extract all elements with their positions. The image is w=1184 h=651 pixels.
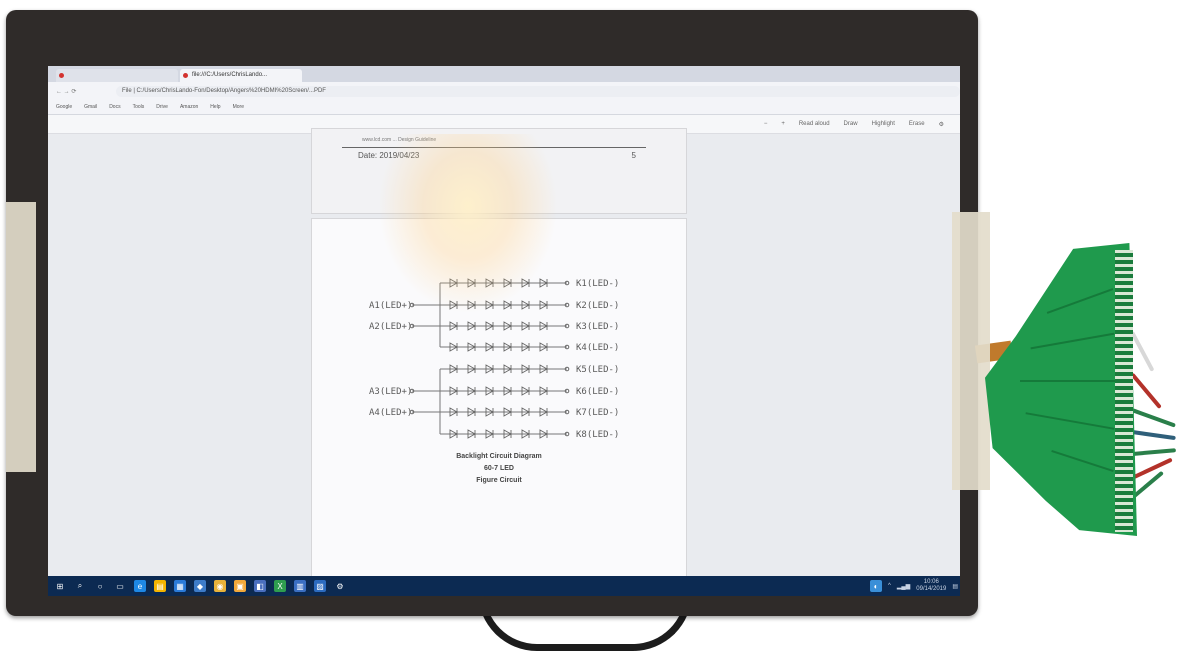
tray-app-icon[interactable]: ◐ — [869, 580, 882, 592]
chrome-icon[interactable]: ◉ — [214, 580, 226, 592]
page-rule — [342, 147, 646, 148]
edge-icon[interactable]: e — [134, 580, 146, 592]
cathode-label: K5(LED-) — [576, 365, 619, 375]
cathode-label: K7(LED-) — [576, 408, 619, 418]
backlight-schematic: A1(LED+) A2(LED+) A3(LED+) A4(LED+) K1(L… — [369, 278, 619, 440]
diagram-caption-title: Backlight Circuit Diagram — [456, 453, 542, 460]
browser-tab-bar: file:///C:/Users/ChrisLando... — [48, 66, 960, 82]
pdf-page-current: A1(LED+) A2(LED+) A3(LED+) A4(LED+) K1(L… — [311, 218, 687, 596]
clock[interactable]: 10:06 09/14/2019 — [916, 579, 946, 593]
browser-tab-1[interactable] — [56, 69, 178, 82]
wire-blue — [1131, 430, 1176, 441]
clock-time: 10:06 — [923, 579, 939, 585]
cathode-label: K6(LED-) — [576, 387, 619, 397]
cathode-label: K2(LED-) — [576, 301, 619, 311]
pdf-favicon-icon — [183, 73, 188, 78]
anode-label: A3(LED+) — [369, 387, 412, 397]
bookmark-item[interactable]: Google — [56, 104, 72, 110]
zoom-in-icon[interactable]: + — [781, 121, 785, 127]
address-bar: ← → ⟳ File | C:/Users/ChrisLando-Fon/Des… — [48, 82, 960, 100]
wire-green — [1131, 408, 1176, 428]
highlight-button[interactable]: Highlight — [872, 121, 895, 127]
search-icon[interactable]: ⌕ — [74, 580, 86, 592]
app-icon[interactable]: ◧ — [254, 580, 266, 592]
bookmarks-bar: Google Gmail Docs Tools Drive Amazon Hel… — [48, 100, 960, 115]
monitor-screen: file:///C:/Users/ChrisLando... ← → ⟳ Fil… — [48, 66, 960, 596]
browser-tab-2[interactable]: file:///C:/Users/ChrisLando... — [180, 69, 302, 82]
wire-white — [1130, 331, 1155, 372]
tape-right — [952, 212, 990, 490]
cathode-label: K1(LED-) — [576, 279, 619, 289]
tray-chevron-icon[interactable]: ^ — [888, 583, 891, 589]
bookmark-item[interactable]: Amazon — [180, 104, 198, 110]
page-header-text: www.lcd.com ... Design Guideline — [362, 137, 437, 143]
draw-button[interactable]: Draw — [844, 121, 858, 127]
system-tray: ◐ ^ ▂▄▆ 10:06 09/14/2019 ▤ — [869, 579, 960, 593]
monitor-bezel: file:///C:/Users/ChrisLando... ← → ⟳ Fil… — [6, 10, 978, 616]
cathode-label: K4(LED-) — [576, 343, 619, 353]
wire-red — [1131, 457, 1173, 480]
app-icon[interactable]: ▣ — [234, 580, 246, 592]
excel-icon[interactable]: X — [274, 580, 286, 592]
task-view-icon[interactable]: ▭ — [114, 580, 126, 592]
notification-icon[interactable]: ▤ — [952, 583, 958, 590]
bookmark-item[interactable]: Drive — [156, 104, 168, 110]
anode-label: A4(LED+) — [369, 408, 412, 418]
pcb-trace — [1020, 380, 1115, 382]
settings-icon[interactable]: ⚙ — [334, 580, 346, 592]
led-array — [409, 278, 570, 439]
nav-buttons[interactable]: ← → ⟳ — [56, 88, 116, 95]
settings-icon[interactable]: ⚙ — [939, 121, 944, 128]
cathode-label: K3(LED-) — [576, 322, 619, 332]
bookmark-item[interactable]: Help — [210, 104, 220, 110]
zoom-out-icon[interactable]: − — [764, 121, 768, 127]
connector-pins — [1115, 250, 1133, 532]
wire-red — [1130, 372, 1162, 409]
page-number: 5 — [631, 151, 636, 160]
cathode-label: K8(LED-) — [576, 430, 619, 440]
app-icon[interactable]: ▥ — [294, 580, 306, 592]
tab-favicon-icon — [59, 73, 64, 78]
read-aloud-button[interactable]: Read aloud — [799, 121, 830, 127]
bookmark-item[interactable]: Tools — [133, 104, 145, 110]
url-field[interactable]: File | C:/Users/ChrisLando-Fon/Desktop/A… — [116, 85, 960, 97]
file-explorer-icon[interactable]: ▤ — [154, 580, 166, 592]
diagram-caption-model: 60-7 LED — [484, 465, 514, 472]
network-icon[interactable]: ▂▄▆ — [897, 583, 910, 590]
windows-taskbar: ⊞ ⌕ ○ ▭ e ▤ ▦ ◆ ◉ ▣ ◧ X ▥ ▨ ⚙ ◐ ^ ▂▄▆ 10… — [48, 576, 960, 596]
tab-label: file:///C:/Users/ChrisLando... — [192, 72, 268, 78]
diagram-caption-figure: Figure Circuit — [476, 477, 522, 484]
anode-label: A1(LED+) — [369, 301, 412, 311]
bookmark-item[interactable]: Gmail — [84, 104, 97, 110]
cortana-icon[interactable]: ○ — [94, 580, 106, 592]
anode-label: A2(LED+) — [369, 322, 412, 332]
bookmark-item[interactable]: Docs — [109, 104, 120, 110]
tape-left — [6, 202, 36, 472]
wire-green — [1131, 448, 1177, 456]
pdf-page-previous: www.lcd.com ... Design Guideline Date: 2… — [311, 128, 687, 214]
app-icon[interactable]: ▨ — [314, 580, 326, 592]
clock-date: 09/14/2019 — [916, 586, 947, 592]
page-date: Date: 2019/04/23 — [358, 151, 420, 160]
store-icon[interactable]: ▦ — [174, 580, 186, 592]
start-icon[interactable]: ⊞ — [54, 580, 66, 592]
app-icon[interactable]: ◆ — [194, 580, 206, 592]
pdf-viewer[interactable]: www.lcd.com ... Design Guideline Date: 2… — [48, 128, 960, 596]
erase-button[interactable]: Erase — [909, 121, 925, 127]
bookmark-item[interactable]: More — [233, 104, 244, 110]
